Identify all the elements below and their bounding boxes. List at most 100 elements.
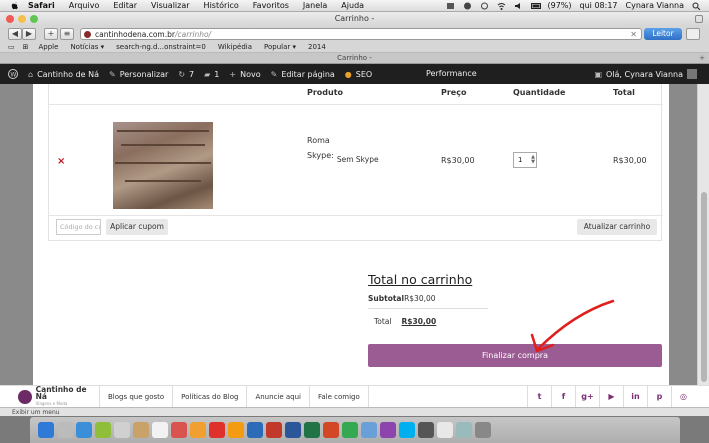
menu-app-name[interactable]: Safari xyxy=(28,1,55,10)
facebook-icon[interactable]: f xyxy=(551,386,575,408)
bookmark-apple[interactable]: Apple xyxy=(39,43,59,51)
facetime-icon[interactable] xyxy=(95,422,111,438)
finder-window-icon[interactable] xyxy=(361,422,377,438)
admin-customize-link[interactable]: ✎ Personalizar xyxy=(109,70,168,79)
footer-link-advertise[interactable]: Anuncie aqui xyxy=(247,385,310,408)
contacts-icon[interactable] xyxy=(133,422,149,438)
refresh-icon: ↻ xyxy=(178,69,186,79)
sync-icon[interactable] xyxy=(480,2,489,10)
footer-link-contact[interactable]: Fale comigo xyxy=(310,385,369,408)
launchpad-icon[interactable] xyxy=(57,422,73,438)
bookmark-wikipedia[interactable]: Wikipédia xyxy=(218,43,252,51)
menu-window[interactable]: Janela xyxy=(303,1,327,10)
footer-link-policies[interactable]: Políticas do Blog xyxy=(173,385,248,408)
reading-list-icon[interactable]: ⊞ xyxy=(23,43,29,51)
scrollbar-thumb[interactable] xyxy=(701,192,707,382)
menu-file[interactable]: Arquivo xyxy=(69,1,100,10)
product-thumbnail[interactable] xyxy=(113,122,213,209)
page-scrollbar[interactable] xyxy=(697,84,709,385)
footer-logo[interactable]: Cantinho de Ná Viagens e Moda xyxy=(0,385,100,408)
admin-user-menu[interactable]: ▣ Olá, Cynara Vianna xyxy=(594,64,697,84)
safari-icon[interactable] xyxy=(76,422,92,438)
footer-link-blogs[interactable]: Blogs que gosto xyxy=(100,385,174,408)
clock[interactable]: qui 08:17 xyxy=(580,1,618,10)
linkedin-icon[interactable]: in xyxy=(623,386,647,408)
admin-new-link[interactable]: + Novo xyxy=(229,70,260,79)
stepper-arrows-icon[interactable]: ▲ ▼ xyxy=(531,155,535,165)
coupon-code-input[interactable]: Código do cupom xyxy=(56,219,101,235)
youtube-icon[interactable]: ▶ xyxy=(599,386,623,408)
user-name[interactable]: Cynara Vianna xyxy=(626,1,685,10)
acrobat-pro-icon[interactable] xyxy=(266,422,282,438)
admin-site-label: Cantinho de Ná xyxy=(37,69,100,79)
menu-view[interactable]: Visualizar xyxy=(151,1,190,10)
pinterest-icon[interactable]: p xyxy=(647,386,671,408)
illustrator-icon[interactable] xyxy=(228,422,244,438)
system-preferences-icon[interactable] xyxy=(418,422,434,438)
back-button[interactable]: ◀ xyxy=(8,28,22,40)
settings-gear-icon[interactable] xyxy=(686,28,700,40)
powerpoint-icon[interactable] xyxy=(323,422,339,438)
new-tab-button[interactable]: + xyxy=(44,28,58,40)
mail-icon[interactable] xyxy=(114,422,130,438)
wifi-icon[interactable] xyxy=(497,2,506,10)
google-plus-icon[interactable]: g+ xyxy=(575,386,599,408)
twitter-icon[interactable]: t xyxy=(527,386,551,408)
apply-coupon-button[interactable]: Aplicar cupom xyxy=(106,219,168,235)
reader-button[interactable]: Leitor xyxy=(644,28,682,40)
calendar-icon[interactable] xyxy=(152,422,168,438)
zoom-window-button[interactable] xyxy=(30,15,38,23)
chrome-icon[interactable] xyxy=(342,422,358,438)
admin-site-link[interactable]: ⌂ Cantinho de Ná xyxy=(28,70,99,79)
forward-button[interactable]: ▶ xyxy=(22,28,36,40)
remove-item-button[interactable]: × xyxy=(57,156,65,167)
evernote-icon[interactable] xyxy=(463,2,472,10)
app-icon[interactable] xyxy=(380,422,396,438)
add-tab-icon[interactable]: + xyxy=(699,53,705,64)
admin-comments-link[interactable]: ▰ 1 xyxy=(204,70,219,79)
downloads-stack-icon[interactable] xyxy=(437,422,453,438)
menu-bookmarks[interactable]: Favoritos xyxy=(253,1,289,10)
photoshop-icon[interactable] xyxy=(247,422,263,438)
tab-overview-button[interactable]: ≡ xyxy=(60,28,74,40)
minimize-window-button[interactable] xyxy=(18,15,26,23)
close-window-button[interactable] xyxy=(6,15,14,23)
stop-load-icon[interactable]: ✕ xyxy=(630,29,637,40)
address-bar[interactable]: cantinhodena.com.br/carrinho/ ✕ xyxy=(80,28,642,40)
trash-icon[interactable] xyxy=(475,422,491,438)
tab-title[interactable]: Carrinho - xyxy=(337,54,372,62)
instagram-icon[interactable]: ◎ xyxy=(671,386,695,408)
wordpress-logo-icon[interactable]: W xyxy=(8,69,18,79)
menu-help[interactable]: Ajuda xyxy=(341,1,364,10)
battery-icon[interactable] xyxy=(530,2,541,10)
product-name-link[interactable]: Roma xyxy=(307,136,330,145)
quantity-stepper[interactable]: 1 ▲ ▼ xyxy=(513,152,537,168)
bookmark-search[interactable]: search-ng.d...onstraint=0 xyxy=(116,43,206,51)
admin-updates-link[interactable]: ↻ 7 xyxy=(178,70,194,79)
update-cart-button[interactable]: Atualizar carrinho xyxy=(577,219,657,235)
bookmark-news[interactable]: Notícias ▾ xyxy=(70,43,104,51)
fullscreen-button[interactable] xyxy=(695,15,703,23)
sidebar-toggle-icon[interactable]: ▭ xyxy=(8,43,15,51)
bookmark-popular[interactable]: Popular ▾ xyxy=(264,43,296,51)
bookmark-2014[interactable]: 2014 xyxy=(308,43,326,51)
dropbox-icon[interactable] xyxy=(446,2,455,10)
admin-performance-link[interactable]: Performance xyxy=(426,64,477,84)
finder-icon[interactable] xyxy=(38,422,54,438)
documents-stack-icon[interactable] xyxy=(456,422,472,438)
menu-edit[interactable]: Editar xyxy=(113,1,137,10)
excel-icon[interactable] xyxy=(304,422,320,438)
admin-customize-label: Personalizar xyxy=(119,69,169,79)
comment-icon: ▰ xyxy=(204,69,211,79)
spotlight-icon[interactable] xyxy=(692,2,701,10)
volume-icon[interactable] xyxy=(514,2,523,10)
admin-seo-link[interactable]: ● SEO xyxy=(345,70,372,79)
iphoto-icon[interactable] xyxy=(190,422,206,438)
admin-edit-page-link[interactable]: ✎ Editar página xyxy=(271,70,335,79)
apple-menu-icon[interactable] xyxy=(10,1,20,11)
skype-icon[interactable] xyxy=(399,422,415,438)
acrobat-icon[interactable] xyxy=(209,422,225,438)
menu-history[interactable]: Histórico xyxy=(204,1,239,10)
word-icon[interactable] xyxy=(285,422,301,438)
itunes-icon[interactable] xyxy=(171,422,187,438)
